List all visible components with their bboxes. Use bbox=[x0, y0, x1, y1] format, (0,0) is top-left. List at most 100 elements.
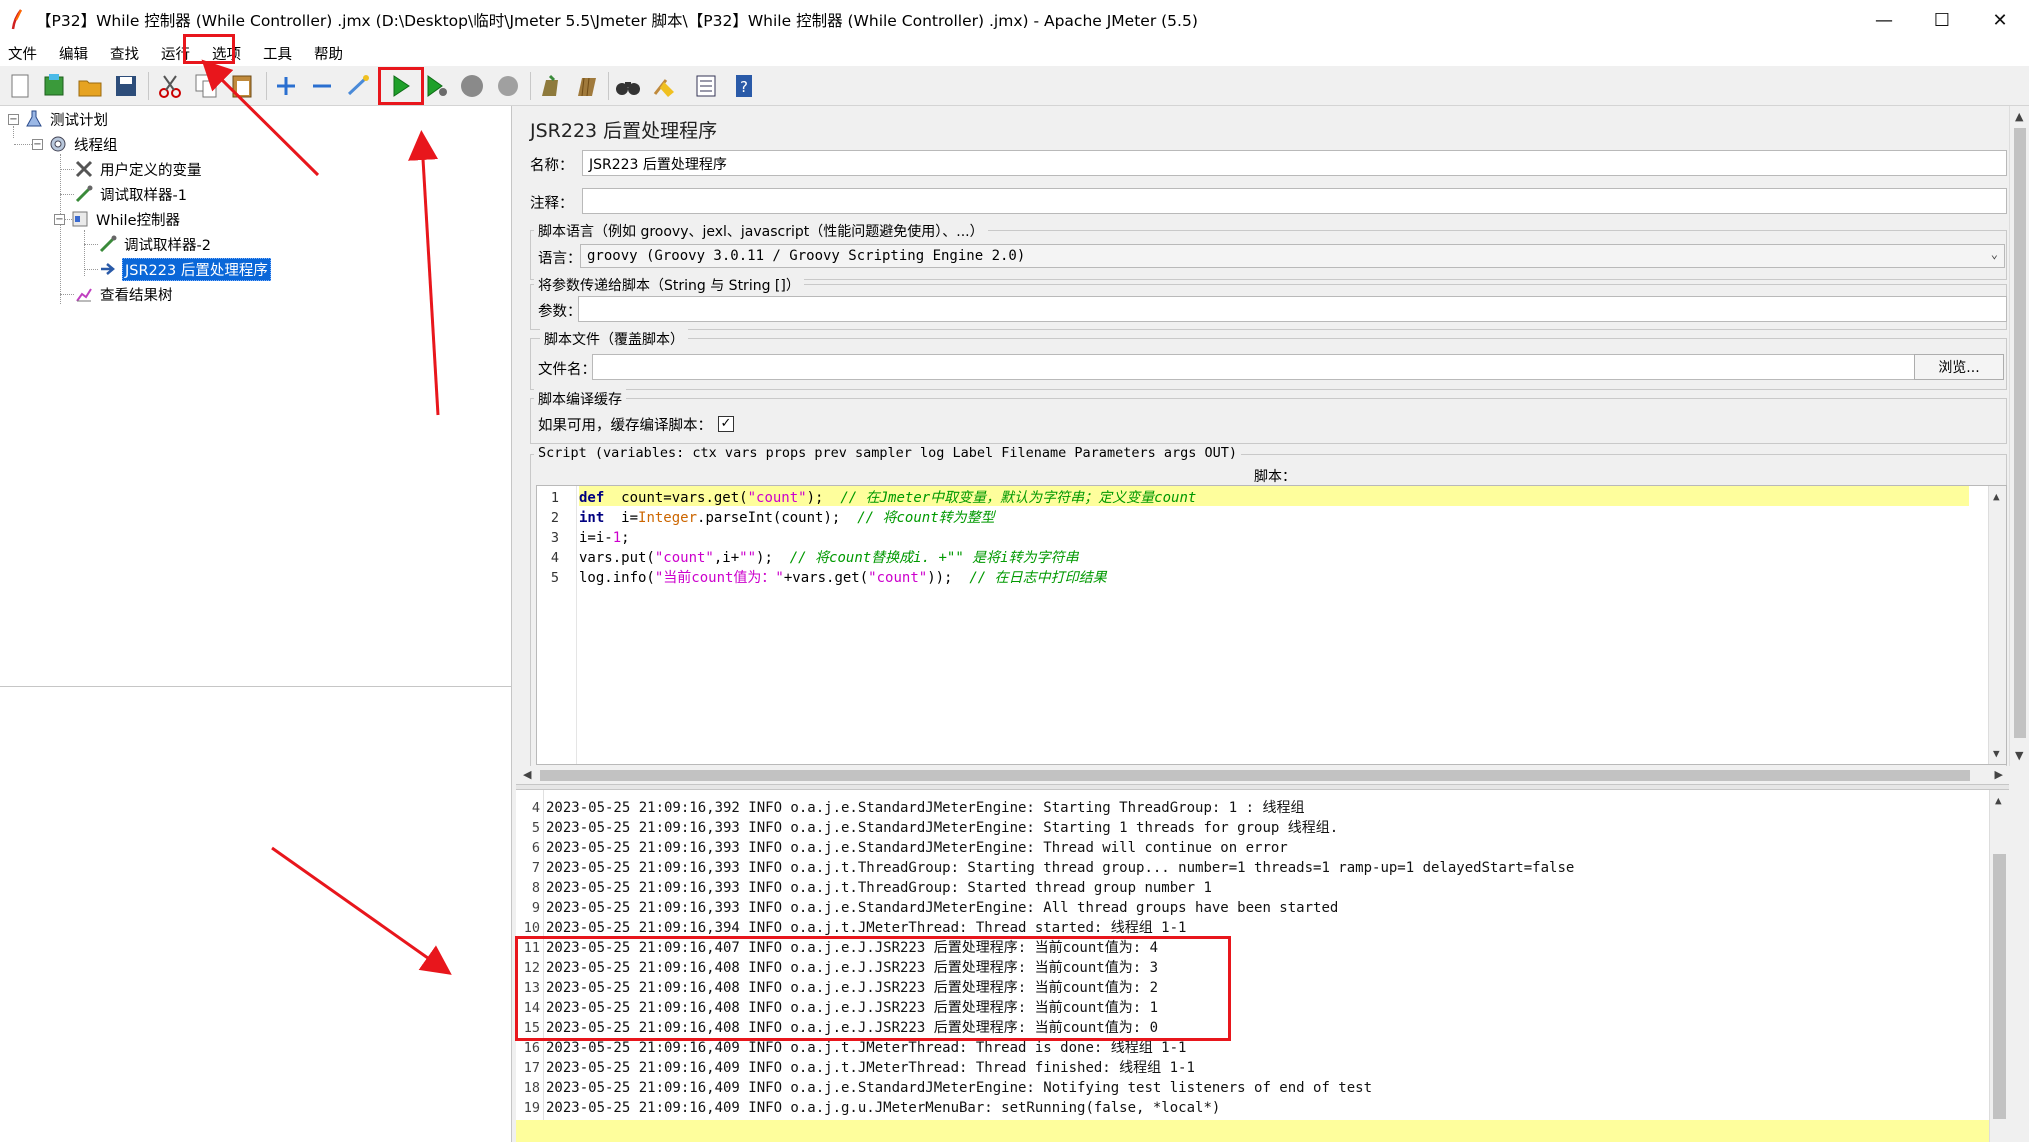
tree-node-debug-sampler-1[interactable]: 调试取样器-1 bbox=[74, 183, 189, 205]
tree-node-results-tree[interactable]: 查看结果树 bbox=[74, 283, 175, 305]
tree-node-test-plan[interactable]: 测试计划 bbox=[24, 108, 110, 130]
cache-group-title: 脚本编译缓存 bbox=[534, 389, 626, 409]
chevron-down-icon: ⌄ bbox=[1990, 247, 1998, 261]
log-line: 2023-05-25 21:09:16,409 INFO o.a.j.t.JMe… bbox=[546, 1060, 1195, 1076]
open-icon[interactable] bbox=[74, 70, 106, 102]
toolbar: ? bbox=[0, 66, 2029, 106]
code-token: "" bbox=[739, 550, 757, 566]
tree-node-user-vars[interactable]: 用户定义的变量 bbox=[74, 158, 204, 180]
code-line-number: 2 bbox=[550, 510, 559, 526]
code-token: ,i+ bbox=[713, 550, 740, 566]
panel-scrollbar[interactable]: ▲ ▼ bbox=[2009, 106, 2029, 766]
code-token: i=i- bbox=[579, 530, 613, 546]
toggle-icon[interactable] bbox=[342, 70, 374, 102]
menu-search[interactable]: 查找 bbox=[108, 41, 141, 66]
function-helper-icon[interactable] bbox=[690, 70, 722, 102]
start-no-pauses-icon[interactable] bbox=[420, 70, 452, 102]
search-icon[interactable] bbox=[612, 70, 644, 102]
maximize-button[interactable]: ☐ bbox=[1913, 0, 1971, 40]
tree-node-debug-sampler-2[interactable]: 调试取样器-2 bbox=[98, 233, 213, 255]
log-line-number: 18 bbox=[523, 1080, 540, 1096]
script-editor[interactable]: 12345 def count=vars.get("count"); // 在J… bbox=[536, 485, 2007, 765]
shutdown-icon[interactable] bbox=[492, 70, 524, 102]
expand-test-plan[interactable]: − bbox=[8, 114, 19, 125]
pipette-icon bbox=[98, 234, 118, 254]
browse-button[interactable]: 浏览... bbox=[1914, 354, 2004, 380]
collapse-all-icon[interactable] bbox=[306, 70, 338, 102]
annotation-box-start-button bbox=[378, 67, 424, 105]
code-token: int bbox=[579, 510, 605, 526]
filename-input[interactable] bbox=[592, 354, 1923, 380]
expand-while-controller[interactable]: − bbox=[54, 214, 65, 225]
code-token: ); bbox=[806, 490, 841, 506]
code-line-number: 4 bbox=[550, 550, 559, 566]
menu-file[interactable]: 文件 bbox=[6, 41, 39, 66]
test-plan-icon bbox=[24, 109, 44, 129]
close-button[interactable]: ✕ bbox=[1971, 0, 2029, 40]
code-token: i= bbox=[604, 510, 639, 526]
code-line: vars.put("count",i+""); // 将count替换成i. +… bbox=[579, 548, 1079, 568]
stop-icon[interactable] bbox=[456, 70, 488, 102]
code-token: .parseInt(count); bbox=[697, 510, 858, 526]
comment-input[interactable] bbox=[582, 188, 2007, 214]
reset-search-icon[interactable] bbox=[648, 70, 680, 102]
templates-icon[interactable] bbox=[38, 70, 70, 102]
editor-horizontal-scrollbar[interactable]: ◀ ▶ bbox=[518, 766, 2007, 784]
params-input[interactable] bbox=[578, 296, 2007, 322]
code-token: "count" bbox=[868, 570, 928, 586]
copy-icon[interactable] bbox=[190, 70, 222, 102]
editor-scrollbar[interactable]: ▲ ▼ bbox=[1988, 486, 2006, 764]
code-token: "count" bbox=[654, 550, 714, 566]
paste-icon[interactable] bbox=[226, 70, 258, 102]
code-line: def count=vars.get("count"); // 在Jmeter中… bbox=[579, 488, 1196, 508]
cache-label: 如果可用，缓存编译脚本： bbox=[538, 418, 712, 434]
params-label: 参数： bbox=[538, 304, 582, 320]
language-select[interactable]: groovy (Groovy 3.0.11 / Groovy Scripting… bbox=[580, 244, 2005, 268]
menu-edit[interactable]: 编辑 bbox=[57, 41, 90, 66]
tree-node-thread-group[interactable]: 线程组 bbox=[48, 133, 120, 155]
log-scrollbar[interactable]: ▲ bbox=[1989, 790, 2009, 1142]
code-token: 1 bbox=[612, 530, 622, 546]
arrow-right-icon bbox=[98, 259, 118, 279]
code-token: // 在日志中打印结果 bbox=[969, 570, 1107, 586]
tree-node-while-controller[interactable]: While控制器 bbox=[70, 208, 182, 230]
code-line: i=i-1; bbox=[579, 528, 630, 548]
script-label: 脚本： bbox=[1254, 469, 1296, 485]
menu-bar: 文件 编辑 查找 运行 选项 工具 帮助 bbox=[0, 40, 2029, 66]
code-token: ); bbox=[756, 550, 790, 566]
code-token: )); bbox=[927, 570, 970, 586]
code-token: Integer bbox=[638, 510, 698, 526]
code-token: log.info( bbox=[579, 570, 655, 586]
log-line: 2023-05-25 21:09:16,392 INFO o.a.j.e.Sta… bbox=[546, 800, 1305, 816]
log-line-number: 19 bbox=[523, 1100, 540, 1116]
log-line: 2023-05-25 21:09:16,393 INFO o.a.j.e.Sta… bbox=[546, 840, 1288, 856]
log-line-number: 8 bbox=[531, 880, 540, 896]
clear-icon[interactable] bbox=[534, 70, 566, 102]
language-group-title: 脚本语言（例如 groovy、jexl、javascript（性能问题避免使用）… bbox=[534, 221, 988, 241]
name-input[interactable]: JSR223 后置处理程序 bbox=[582, 150, 2007, 176]
menu-help[interactable]: 帮助 bbox=[312, 41, 345, 66]
minimize-button[interactable]: — bbox=[1855, 0, 1913, 40]
help-icon[interactable]: ? bbox=[728, 70, 760, 102]
code-token: // 将count替换成i. +"" 是将i转为字符串 bbox=[789, 550, 1079, 566]
code-token: def bbox=[579, 490, 605, 506]
log-line: 2023-05-25 21:09:16,394 INFO o.a.j.t.JMe… bbox=[546, 920, 1187, 936]
cache-checkbox[interactable]: ✓ bbox=[718, 416, 734, 432]
new-icon[interactable] bbox=[4, 70, 36, 102]
comment-label: 注释： bbox=[530, 196, 574, 212]
file-label: 文件名： bbox=[538, 362, 596, 378]
expand-all-icon[interactable] bbox=[270, 70, 302, 102]
code-token: "当前count值为：" bbox=[654, 570, 784, 586]
menu-tools[interactable]: 工具 bbox=[261, 41, 294, 66]
log-line-number: 7 bbox=[531, 860, 540, 876]
expand-thread-group[interactable]: − bbox=[32, 139, 43, 150]
code-line-number: 3 bbox=[550, 530, 559, 546]
title-bar: 【P32】While 控制器 (While Controller) .jmx (… bbox=[0, 0, 2029, 40]
tree-node-jsr223-postprocessor[interactable]: JSR223 后置处理程序 bbox=[98, 257, 271, 281]
chart-icon bbox=[74, 284, 94, 304]
svg-text:?: ? bbox=[740, 78, 748, 96]
controller-icon bbox=[70, 209, 90, 229]
clear-all-icon[interactable] bbox=[570, 70, 602, 102]
save-icon[interactable] bbox=[110, 70, 142, 102]
cut-icon[interactable] bbox=[154, 70, 186, 102]
